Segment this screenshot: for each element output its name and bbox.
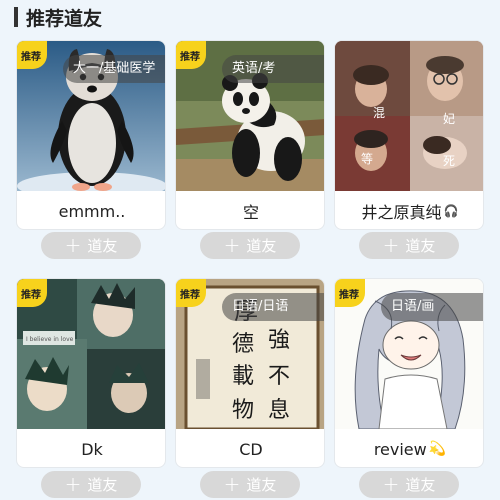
- collage-caption: 等: [361, 152, 373, 166]
- add-friend-button-6[interactable]: + 道友: [359, 471, 459, 498]
- user-name-text: emmm..: [58, 201, 126, 221]
- plus-icon: +: [382, 471, 400, 496]
- add-friend-label: 道友: [87, 476, 118, 494]
- user-name[interactable]: CD: [176, 429, 324, 467]
- plus-icon: +: [382, 232, 400, 257]
- user-tag: 大一/基础医学: [63, 55, 165, 83]
- collage-caption: 死: [443, 154, 455, 168]
- plus-icon: +: [223, 232, 241, 257]
- calligraphy-char: 不: [268, 364, 290, 389]
- section-title: 推荐道友: [26, 7, 103, 30]
- user-tag: 日语/画: [381, 293, 483, 321]
- user-name-text: 空: [242, 203, 259, 222]
- user-card-2[interactable]: 推荐 英语/考 空: [175, 40, 325, 230]
- headphone-icon: 🎧: [443, 204, 459, 218]
- recommend-badge: 推荐: [176, 41, 206, 69]
- user-name[interactable]: 空: [176, 191, 324, 229]
- plus-icon: +: [64, 471, 82, 496]
- calligraphy-char: 德: [232, 332, 254, 357]
- plus-icon: +: [223, 471, 241, 496]
- user-name-text: 井之原真纯: [361, 203, 442, 222]
- collage-caption: 混: [373, 106, 385, 120]
- calligraphy-char: 息: [268, 398, 290, 423]
- user-name[interactable]: Dk: [17, 429, 165, 467]
- add-friend-button-1[interactable]: + 道友: [41, 232, 141, 259]
- recommend-badge: 推荐: [335, 279, 365, 307]
- collage-caption: 妃: [443, 112, 455, 126]
- add-friend-label: 道友: [405, 237, 436, 255]
- calligraphy-char: 強: [268, 328, 290, 353]
- user-name[interactable]: 井之原真纯 🎧: [335, 191, 483, 229]
- user-name[interactable]: review 💫: [335, 429, 483, 467]
- plus-icon: +: [64, 232, 82, 257]
- user-card-6[interactable]: 推荐 日语/画 review 💫: [334, 278, 484, 468]
- user-photo-meme-collage[interactable]: 混 妃 等 死: [335, 41, 483, 191]
- user-card-5[interactable]: 厚 強 德 不 載 息 物 推荐 日语/日语 CD: [175, 278, 325, 468]
- add-friend-label: 道友: [246, 237, 277, 255]
- user-card-1[interactable]: 推荐 大一/基础医学 emmm..: [16, 40, 166, 230]
- user-tag: 英语/考: [222, 55, 324, 83]
- calligraphy-char: 物: [232, 398, 254, 423]
- recommend-badge: 推荐: [17, 279, 47, 307]
- user-card-3[interactable]: 混 妃 等 死 井之原真纯 🎧: [334, 40, 484, 230]
- recommend-badge: 推荐: [176, 279, 206, 307]
- section-header: 推荐道友: [0, 0, 500, 34]
- recommend-badge: 推荐: [17, 41, 47, 69]
- poster-text: I believe in love: [26, 336, 74, 343]
- dizzy-icon: 💫: [428, 441, 447, 457]
- calligraphy-char: 載: [232, 364, 254, 389]
- add-friend-button-2[interactable]: + 道友: [200, 232, 300, 259]
- add-friend-label: 道友: [87, 237, 118, 255]
- user-name-text: review: [373, 439, 427, 459]
- add-friend-button-4[interactable]: + 道友: [41, 471, 141, 498]
- add-friend-button-5[interactable]: + 道友: [200, 471, 300, 498]
- user-name-text: CD: [239, 439, 263, 459]
- add-friend-label: 道友: [405, 476, 436, 494]
- user-name[interactable]: emmm..: [17, 191, 165, 229]
- add-friend-label: 道友: [246, 476, 277, 494]
- user-tag: 日语/日语: [222, 293, 324, 321]
- add-friend-button-3[interactable]: + 道友: [359, 232, 459, 259]
- user-name-text: Dk: [81, 439, 103, 459]
- section-accent-bar: [14, 7, 18, 27]
- user-card-4[interactable]: I believe in love 推荐 Dk: [16, 278, 166, 468]
